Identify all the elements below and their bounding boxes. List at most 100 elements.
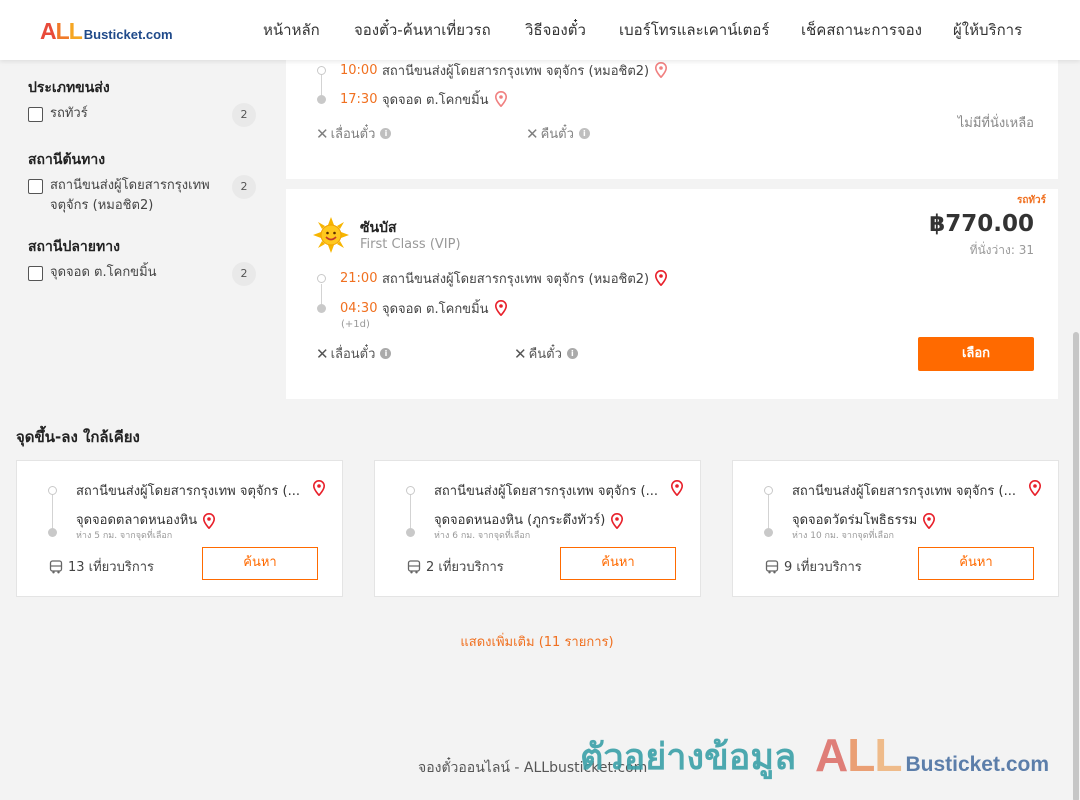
nearby-stops-title: จุดขึ้น-ลง ใกล้เคียง bbox=[16, 428, 140, 446]
map-pin-icon[interactable] bbox=[494, 91, 507, 107]
filter-count-badge: 2 bbox=[232, 262, 256, 286]
bus-class: First Class (VIP) bbox=[360, 237, 461, 252]
info-icon[interactable]: i bbox=[578, 128, 590, 139]
trip-card: รถทัวร์ ซันบัส First Class (VIP) ฿770.00… bbox=[286, 189, 1058, 399]
nearby-stop-card: สถานีขนส่งผู้โดยสารกรุงเทพ จตุจักร (... … bbox=[374, 460, 701, 597]
nav-book-search[interactable]: จองตั๋ว-ค้นหาเที่ยวรถ bbox=[354, 18, 491, 42]
route-line bbox=[52, 491, 53, 533]
nav-check-status[interactable]: เช็คสถานะการจอง bbox=[801, 18, 922, 42]
checkbox[interactable] bbox=[28, 266, 43, 281]
trip-card: 10:00 สถานีขนส่งผู้โดยสารกรุงเทพ จตุจักร… bbox=[286, 60, 1058, 179]
filter-option-origin[interactable]: สถานีขนส่งผู้โดยสารกรุงเทพ จตุจักร (หมอช… bbox=[28, 175, 256, 216]
show-more-link[interactable]: แสดงเพิ่มเติม (11 รายการ) bbox=[0, 631, 1074, 652]
depart-dot bbox=[764, 486, 773, 495]
map-pin-icon[interactable] bbox=[313, 480, 325, 496]
filter-title-origin: สถานีต้นทาง bbox=[28, 152, 106, 168]
change-ticket-policy[interactable]: ✕ เลื่อนตั๋ว i bbox=[316, 123, 392, 144]
route-line bbox=[768, 491, 769, 533]
watermark-logo-all: ALL bbox=[815, 729, 902, 781]
bus-icon bbox=[765, 559, 779, 573]
arrive-dot bbox=[48, 528, 57, 537]
close-x-icon: ✕ bbox=[526, 124, 539, 143]
arrive-dot bbox=[764, 528, 773, 537]
filter-option-label: รถทัวร์ bbox=[50, 106, 88, 121]
depart-row: 21:00 สถานีขนส่งผู้โดยสารกรุงเทพ จตุจักร… bbox=[340, 268, 668, 288]
nearby-distance: ห่าง 6 กม. จากจุดที่เลือก bbox=[434, 531, 531, 541]
depart-dot bbox=[406, 486, 415, 495]
info-icon[interactable]: i bbox=[380, 128, 392, 139]
filter-title-transport: ประเภทขนส่ง bbox=[28, 80, 110, 96]
filter-option-label: สถานีขนส่งผู้โดยสารกรุงเทพ จตุจักร (หมอช… bbox=[50, 178, 210, 213]
no-seats-status: ไม่มีที่นั่งเหลือ bbox=[957, 116, 1034, 131]
map-pin-icon[interactable] bbox=[611, 512, 624, 529]
nearby-services: 2 เที่ยวบริการ bbox=[407, 556, 504, 577]
nearby-services-label: 2 เที่ยวบริการ bbox=[426, 560, 504, 575]
top-header: ALL Busticket.com หน้าหลัก จองตั๋ว-ค้นหา… bbox=[0, 0, 1080, 60]
next-day-marker: (+1d) bbox=[341, 319, 370, 330]
nav-how-to-book[interactable]: วิธีจองตั๋ว bbox=[525, 18, 586, 42]
watermark-text: ตัวอย่างข้อมูล bbox=[580, 737, 797, 778]
nearby-search-button[interactable]: ค้นหา bbox=[560, 547, 676, 580]
arrive-row: 04:30 จุดจอด ต.โคกขมิ้น bbox=[340, 298, 507, 318]
depart-dot bbox=[48, 486, 57, 495]
sun-logo-icon bbox=[313, 217, 349, 253]
logo-busticket: Busticket.com bbox=[83, 27, 173, 42]
nearby-search-button[interactable]: ค้นหา bbox=[918, 547, 1034, 580]
seats-available: ที่นั่งว่าง: 31 bbox=[969, 243, 1034, 257]
depart-dot bbox=[317, 66, 326, 75]
scrollbar-thumb[interactable] bbox=[1073, 332, 1079, 800]
nearby-from: สถานีขนส่งผู้โดยสารกรุงเทพ จตุจักร (... bbox=[792, 484, 1016, 499]
nearby-services-label: 9 เที่ยวบริการ bbox=[784, 560, 862, 575]
ticket-price: ฿770.00 bbox=[929, 211, 1034, 237]
filter-option-label: จุดจอด ต.โคกขมิ้น bbox=[50, 265, 157, 280]
select-trip-button[interactable]: เลือก bbox=[918, 337, 1034, 371]
info-icon[interactable]: i bbox=[566, 348, 578, 359]
arrive-place: จุดจอด ต.โคกขมิ้น bbox=[382, 92, 489, 108]
nearby-services-label: 13 เที่ยวบริการ bbox=[68, 560, 154, 575]
map-pin-icon[interactable] bbox=[655, 62, 668, 78]
change-ticket-label: เลื่อนตั๋ว bbox=[330, 127, 376, 142]
map-pin-icon[interactable] bbox=[203, 512, 216, 529]
logo-all: ALL bbox=[40, 18, 83, 44]
filter-title-destination: สถานีปลายทาง bbox=[28, 239, 120, 255]
nav-phone-counter[interactable]: เบอร์โทรและเคาน์เตอร์ bbox=[619, 18, 769, 42]
site-logo[interactable]: ALL Busticket.com bbox=[40, 18, 173, 45]
operator-name: ซันบัส bbox=[360, 220, 397, 236]
filter-option-tour-bus[interactable]: รถทัวร์ 2 bbox=[28, 103, 256, 127]
nearby-to: จุดจอดหนองหิน (ภูกระดึงทัวร์) bbox=[434, 509, 624, 530]
nav-home[interactable]: หน้าหลัก bbox=[263, 18, 320, 42]
map-pin-icon[interactable] bbox=[655, 270, 668, 286]
nearby-search-button[interactable]: ค้นหา bbox=[202, 547, 318, 580]
checkbox[interactable] bbox=[28, 107, 43, 122]
arrive-dot bbox=[406, 528, 415, 537]
arrive-dot bbox=[317, 95, 326, 104]
checkbox[interactable] bbox=[28, 179, 43, 194]
depart-place: สถานีขนส่งผู้โดยสารกรุงเทพ จตุจักร (หมอช… bbox=[382, 63, 650, 79]
refund-ticket-label: คืนตั๋ว bbox=[528, 347, 562, 362]
nearby-to: จุดจอดตลาดหนองหิน bbox=[76, 509, 216, 530]
arrive-place: จุดจอด ต.โคกขมิ้น bbox=[382, 301, 489, 317]
refund-ticket-label: คืนตั๋ว bbox=[540, 127, 574, 142]
arrive-dot bbox=[317, 304, 326, 313]
depart-time: 21:00 bbox=[340, 270, 378, 286]
arrive-row: 17:30 จุดจอด ต.โคกขมิ้น bbox=[340, 89, 507, 109]
map-pin-icon[interactable] bbox=[923, 512, 936, 529]
info-icon[interactable]: i bbox=[380, 348, 392, 359]
nearby-stop-card: สถานีขนส่งผู้โดยสารกรุงเทพ จตุจักร (... … bbox=[16, 460, 343, 597]
depart-row: 10:00 สถานีขนส่งผู้โดยสารกรุงเทพ จตุจักร… bbox=[340, 60, 668, 80]
filter-count-badge: 2 bbox=[232, 103, 256, 127]
close-x-icon: ✕ bbox=[514, 344, 527, 363]
nearby-to: จุดจอดวัดร่มโพธิธรรม bbox=[792, 509, 936, 530]
page-scrollbar[interactable] bbox=[1072, 60, 1080, 800]
nearby-services: 13 เที่ยวบริการ bbox=[49, 556, 154, 577]
nearby-from: สถานีขนส่งผู้โดยสารกรุงเทพ จตุจักร (... bbox=[434, 484, 658, 499]
filter-option-destination[interactable]: จุดจอด ต.โคกขมิ้น 2 bbox=[28, 262, 256, 286]
refund-ticket-policy[interactable]: ✕ คืนตั๋ว i bbox=[514, 343, 578, 364]
map-pin-icon[interactable] bbox=[494, 300, 507, 316]
change-ticket-policy[interactable]: ✕ เลื่อนตั๋ว i bbox=[316, 343, 392, 364]
refund-ticket-policy[interactable]: ✕ คืนตั๋ว i bbox=[526, 123, 590, 144]
bus-icon bbox=[49, 559, 63, 573]
map-pin-icon[interactable] bbox=[671, 480, 683, 496]
map-pin-icon[interactable] bbox=[1029, 480, 1041, 496]
nav-operators[interactable]: ผู้ให้บริการ bbox=[953, 18, 1022, 42]
